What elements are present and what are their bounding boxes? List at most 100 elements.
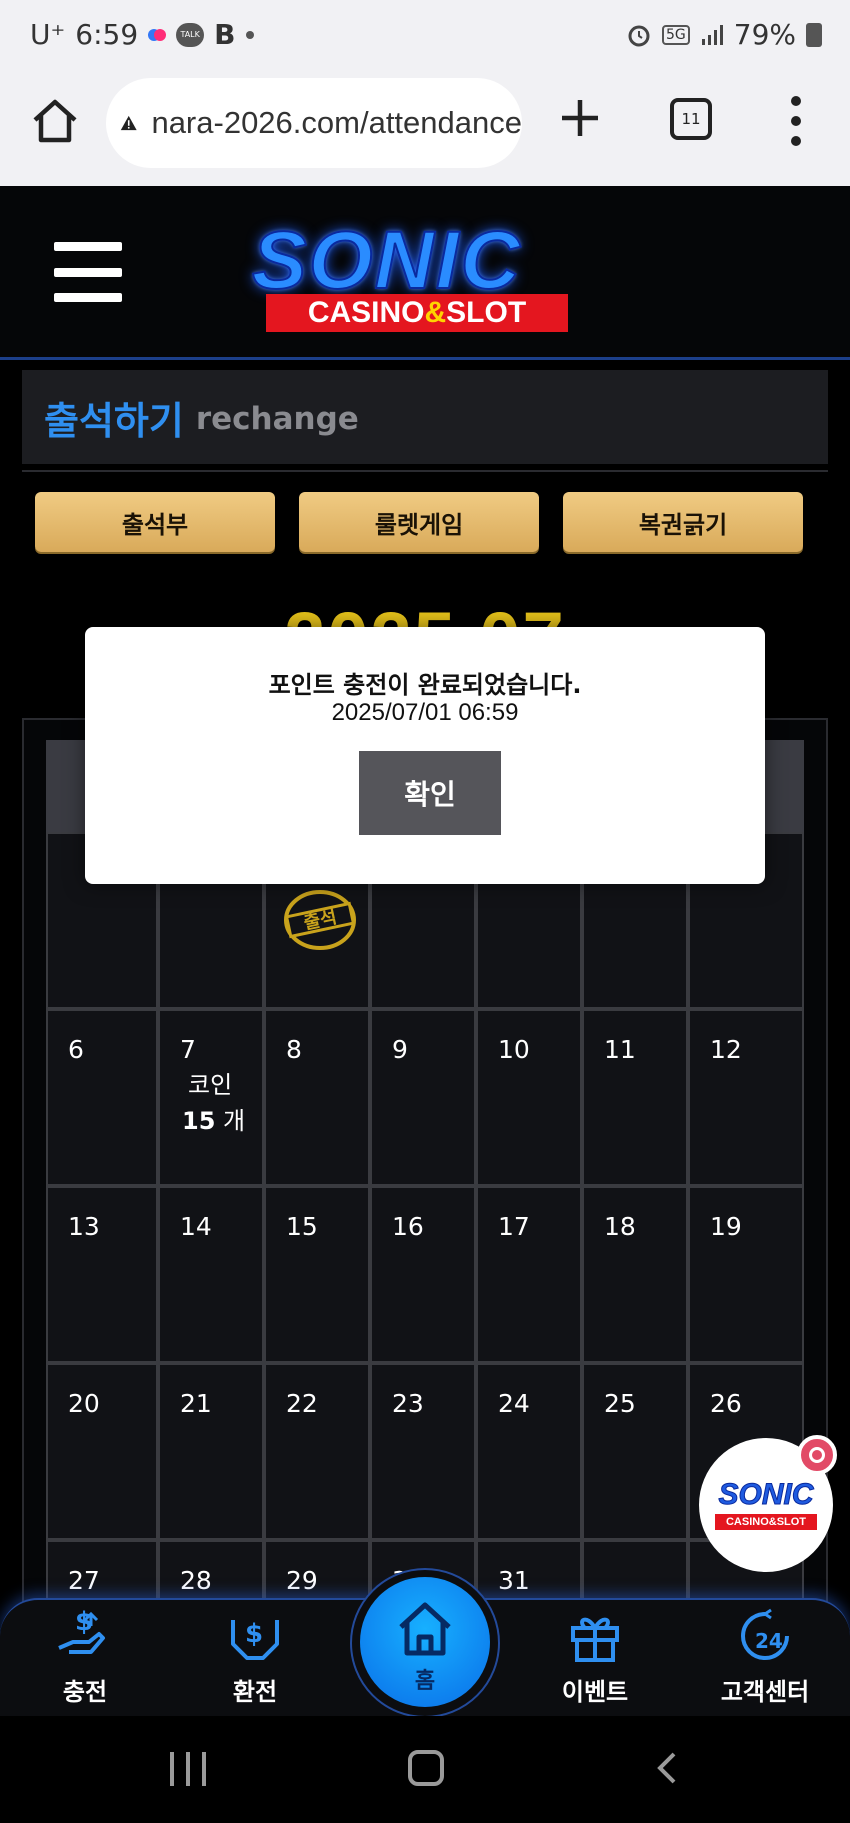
page-subtitle: rechange	[195, 401, 359, 437]
address-bar[interactable]: nara-2026.com/attendance	[106, 78, 522, 168]
support-24h-icon: 24	[741, 1608, 789, 1660]
nav-support-label: 고객센터	[720, 1678, 810, 1706]
tab-switcher-button[interactable]: 11	[670, 98, 712, 140]
tab-roulette[interactable]: 룰렛게임	[299, 492, 539, 552]
clock: 6:59	[75, 18, 139, 51]
calendar-day-number: 29	[286, 1566, 318, 1595]
url-text[interactable]: nara-2026.com/attendance	[151, 105, 522, 141]
carrier-label: U⁺	[30, 18, 66, 51]
section-title-bar: 출석하기 rechange	[22, 370, 828, 464]
calendar-day-number: 7	[180, 1035, 196, 1064]
not-secure-warning-icon[interactable]	[120, 101, 137, 145]
calendar-day-cell: 8	[264, 1009, 370, 1186]
badge-close-icon[interactable]	[797, 1435, 837, 1475]
calendar-day-cell: 24	[476, 1363, 582, 1540]
nav-deposit-label: 충전	[62, 1678, 108, 1706]
divider	[22, 470, 828, 472]
nav-deposit[interactable]: $ 충전	[20, 1606, 150, 1712]
site-header: SONIC CASINO & SLOT	[0, 186, 850, 360]
calendar-day-cell: 11	[582, 1009, 688, 1186]
calendar-day-number: 26	[710, 1389, 742, 1418]
calendar-day-number: 25	[604, 1389, 636, 1418]
tab-lottery[interactable]: 복권긁기	[563, 492, 803, 552]
attendance-stamp-icon: 출석	[282, 888, 358, 952]
nav-home[interactable]: 홈	[360, 1577, 490, 1707]
calendar-day-cell: 18	[582, 1186, 688, 1363]
calendar-day-cell: 23	[370, 1363, 476, 1540]
logo-subtitle: CASINO & SLOT	[266, 294, 568, 332]
calendar-day-number: 21	[180, 1389, 212, 1418]
calendar-day-cell: 12	[688, 1009, 804, 1186]
calendar-day-cell: 10	[476, 1009, 582, 1186]
coin-reward-amount: 15 개	[182, 1107, 246, 1135]
calendar-day-cell: 22	[264, 1363, 370, 1540]
network-type-icon: 5G	[662, 24, 690, 45]
deposit-icon: $	[58, 1607, 105, 1654]
recent-apps-icon[interactable]	[170, 1752, 206, 1786]
calendar-day-number: 19	[710, 1212, 742, 1241]
nav-event[interactable]: 이벤트	[530, 1606, 660, 1712]
nav-withdraw[interactable]: $ 환전	[190, 1606, 320, 1712]
calendar-day-number: 23	[392, 1389, 424, 1418]
browser-home-icon[interactable]	[30, 96, 80, 146]
svg-text:24: 24	[755, 1629, 783, 1653]
status-right: 5G 79%	[626, 18, 822, 51]
nav-event-label: 이벤트	[561, 1678, 629, 1706]
calendar-day-number: 11	[604, 1035, 636, 1064]
calendar-day-cell: 14	[158, 1186, 264, 1363]
browser-menu-icon[interactable]	[790, 96, 802, 146]
coin-reward-label: 코인	[188, 1071, 233, 1099]
svg-text:$: $	[245, 1619, 263, 1649]
back-icon[interactable]	[650, 1750, 686, 1786]
calendar-day-number: 9	[392, 1035, 408, 1064]
confirm-button[interactable]: 확인	[359, 751, 501, 835]
calendar-day-cell: 16	[370, 1186, 476, 1363]
page-title: 출석하기	[44, 398, 184, 443]
calendar-day-number: 16	[392, 1212, 424, 1241]
calendar-day-cell: 7 코인 15 개	[158, 1009, 264, 1186]
home-icon	[399, 1602, 451, 1656]
calendar-day-number: 24	[498, 1389, 530, 1418]
coin-reward: 코인 15 개	[182, 1067, 245, 1139]
calendar-day-number: 31	[498, 1566, 530, 1595]
nav-withdraw-label: 환전	[232, 1678, 278, 1706]
calendar-day-cell: 13	[46, 1186, 158, 1363]
calendar-day-number: 17	[498, 1212, 530, 1241]
calendar-day-number: 27	[68, 1566, 100, 1595]
calendar-day-number: 22	[286, 1389, 318, 1418]
status-left: U⁺ 6:59 TALK B	[30, 18, 254, 51]
kakaotalk-icon: TALK	[176, 22, 205, 47]
notification-dot-icon	[245, 30, 254, 39]
alert-datetime: 2025/07/01 06:59	[331, 699, 519, 726]
calendar-day-number: 20	[68, 1389, 100, 1418]
calendar-day-cell: 6	[46, 1009, 158, 1186]
battery-icon	[806, 22, 822, 47]
badge-wordmark: SONIC	[718, 1478, 814, 1512]
calendar-day-cell: 21	[158, 1363, 264, 1540]
battery-level: 79%	[733, 18, 796, 51]
calendar-day-cell: 17	[476, 1186, 582, 1363]
calendar-day-number: 15	[286, 1212, 318, 1241]
flickr-icon	[148, 28, 167, 41]
site-logo[interactable]: SONIC CASINO & SLOT	[230, 214, 600, 334]
calendar-day-number: 12	[710, 1035, 742, 1064]
alarm-icon	[628, 25, 650, 46]
calendar-day-number: 28	[180, 1566, 212, 1595]
hamburger-menu-icon[interactable]	[54, 242, 122, 302]
calendar-day-number: 6	[68, 1035, 84, 1064]
calendar-day-number: 8	[286, 1035, 302, 1064]
calendar-day-cell: 20	[46, 1363, 158, 1540]
calendar-day-cell: 9	[370, 1009, 476, 1186]
alert-dialog: 포인트 충전이 완료되었습니다. 2025/07/01 06:59 확인	[85, 627, 765, 884]
signal-icon	[701, 24, 723, 45]
system-home-icon[interactable]	[408, 1750, 444, 1786]
tab-attendance[interactable]: 출석부	[35, 492, 275, 552]
new-tab-icon[interactable]	[556, 94, 604, 142]
withdraw-icon: $	[231, 1619, 279, 1660]
calendar-day-number: 14	[180, 1212, 212, 1241]
gift-icon	[571, 1617, 619, 1662]
calendar-day-cell: 19	[688, 1186, 804, 1363]
browser-toolbar: nara-2026.com/attendance 11	[0, 72, 850, 186]
calendar-day-cell: 15	[264, 1186, 370, 1363]
nav-support[interactable]: 24 고객센터	[700, 1606, 830, 1712]
